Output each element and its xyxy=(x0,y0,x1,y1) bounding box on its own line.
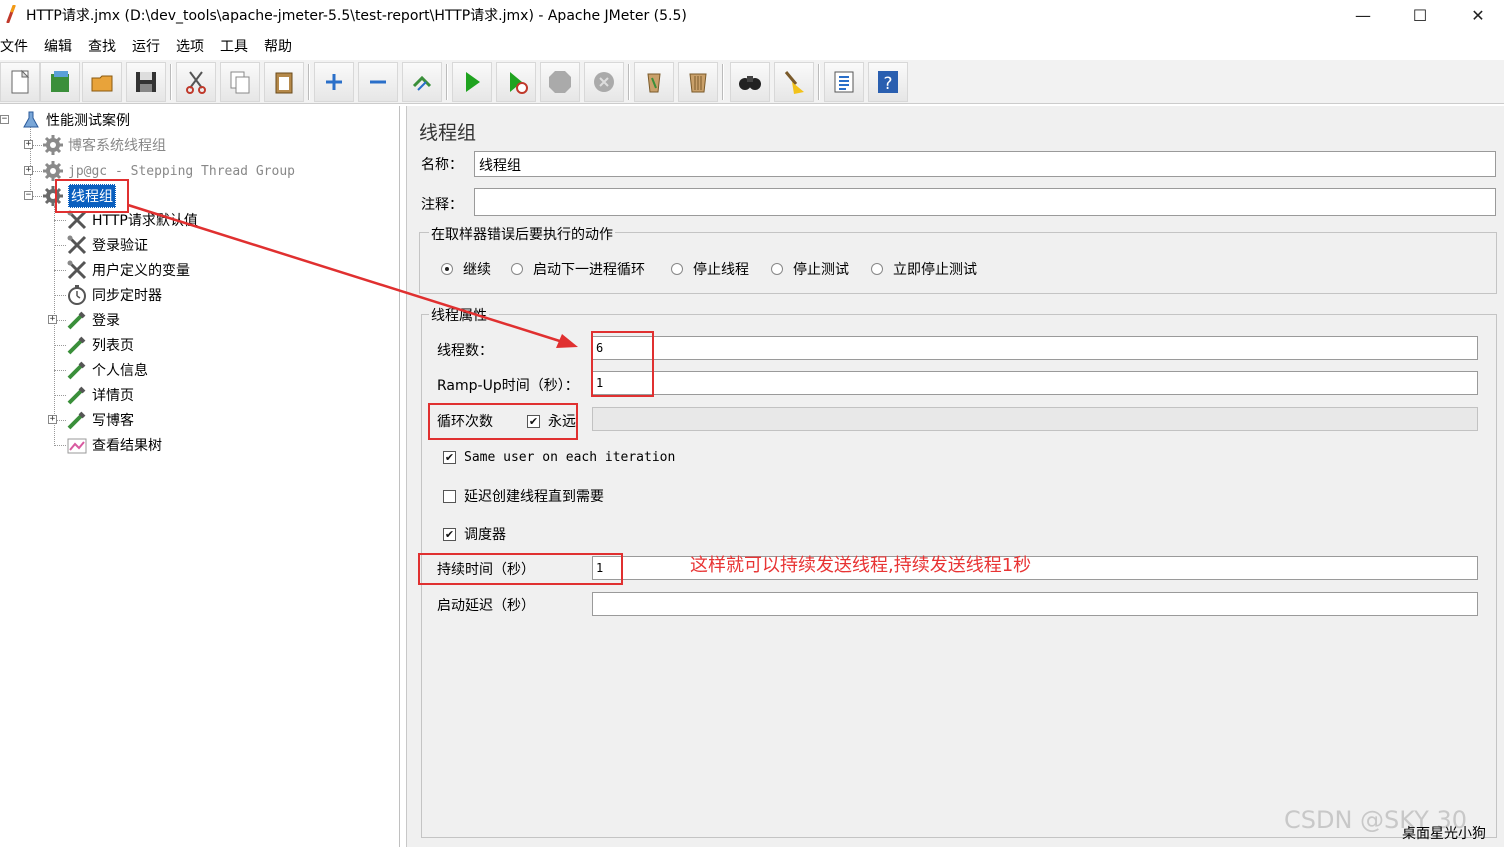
watermark-caption: 桌面星光小狗 xyxy=(1402,826,1486,842)
annotation-note: 这样就可以持续发送线程,持续发送线程1秒 xyxy=(690,555,1032,576)
annotation-arrow xyxy=(127,203,578,348)
